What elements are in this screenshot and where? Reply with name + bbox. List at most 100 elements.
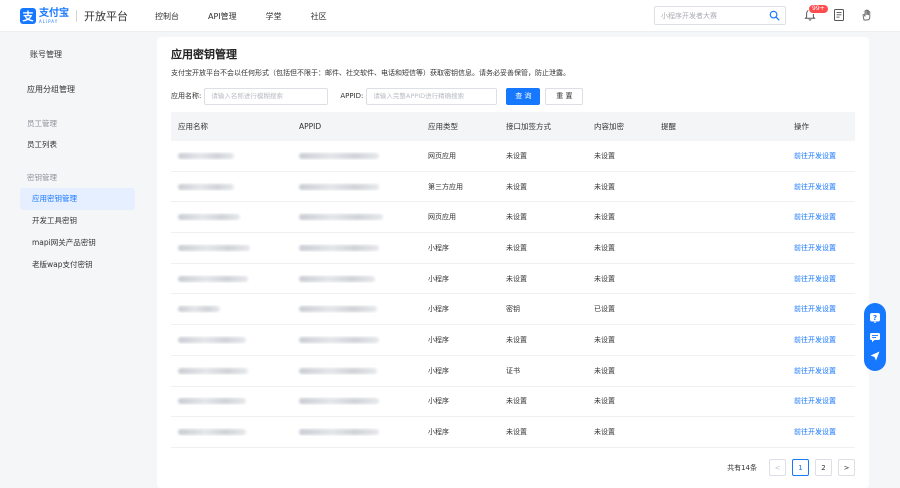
pagination: 共有14条 < 1 2 > — [727, 459, 855, 476]
alipay-logo-mark: 支 — [20, 8, 36, 24]
app-type-cell: 小程序 — [428, 243, 449, 252]
content-encryption-cell: 未设置 — [594, 428, 615, 437]
app-name-cell — [171, 152, 292, 160]
app-type-cell: 小程序 — [428, 397, 449, 406]
hand-icon[interactable] — [860, 8, 874, 22]
app-name-cell — [171, 213, 292, 221]
appid-cell — [292, 305, 421, 313]
floating-toolbar: ? — [864, 303, 886, 371]
chat-icon[interactable] — [869, 331, 881, 343]
alipay-logo[interactable]: 支 支付宝 ALIPAY 开放平台 — [20, 8, 128, 24]
column-reminder: 提醒 — [661, 122, 676, 131]
sign-method-cell: 未设置 — [506, 213, 527, 222]
app-type-cell: 小程序 — [428, 335, 449, 344]
redacted-appid — [299, 183, 379, 190]
nav-academy[interactable]: 学堂 — [266, 11, 282, 22]
sign-method-cell: 未设置 — [506, 182, 527, 191]
app-name-cell — [171, 244, 292, 252]
sidebar-item-app-groups[interactable]: 应用分组管理 — [20, 79, 135, 101]
app-type-cell: 网页应用 — [428, 213, 456, 222]
redacted-app-name — [178, 336, 246, 343]
nav-api-management[interactable]: API管理 — [208, 11, 237, 22]
pagination-total: 共有14条 — [727, 463, 757, 472]
go-dev-settings-link[interactable]: 前往开发设置 — [787, 366, 855, 376]
column-sign-method: 接口加签方式 — [506, 122, 551, 131]
table-body: 网页应用 未设置 未设置 前往开发设置 第三方应用 未设置 未设置 前往开发设置 网页应用 未设置… — [171, 141, 855, 448]
nav-console[interactable]: 控制台 — [155, 11, 179, 22]
pagination-page-1[interactable]: 1 — [792, 459, 809, 476]
redacted-app-name — [178, 244, 250, 251]
sidebar-item-staff-list[interactable]: 员工列表 — [20, 134, 135, 156]
feedback-icon[interactable] — [869, 350, 881, 362]
platform-title: 开放平台 — [84, 10, 128, 23]
alipay-logo-text: 支付宝 ALIPAY — [39, 8, 69, 24]
go-dev-settings-link[interactable]: 前往开发设置 — [787, 335, 855, 345]
app-type-cell: 小程序 — [428, 305, 449, 314]
content-encryption-cell: 未设置 — [594, 335, 615, 344]
redacted-appid — [299, 244, 379, 251]
sign-method-cell: 证书 — [506, 366, 520, 375]
content-encryption-cell: 未设置 — [594, 274, 615, 283]
appid-input[interactable] — [366, 87, 498, 105]
redacted-appid — [299, 152, 379, 159]
appid-label: APPID: — [340, 92, 364, 100]
app-name-cell — [171, 397, 292, 405]
svg-text:?: ? — [873, 314, 877, 322]
pagination-prev[interactable]: < — [769, 459, 786, 476]
redacted-app-name — [178, 183, 234, 190]
logo-divider — [76, 10, 77, 22]
redacted-app-name — [178, 398, 246, 405]
app-type-cell: 小程序 — [428, 274, 449, 283]
table-row: 小程序 未设置 未设置 前往开发设置 — [171, 264, 855, 295]
sidebar-item-app-keys[interactable]: 应用密钥管理 — [20, 188, 135, 210]
table-row: 小程序 未设置 未设置 前往开发设置 — [171, 325, 855, 356]
table-row: 小程序 未设置 未设置 前往开发设置 — [171, 387, 855, 418]
reset-button[interactable]: 重 置 — [545, 87, 584, 105]
appid-cell — [292, 428, 421, 436]
sidebar-item-account[interactable]: 账号管理 — [20, 44, 135, 66]
app-name-cell — [171, 367, 292, 375]
go-dev-settings-link[interactable]: 前往开发设置 — [787, 274, 855, 284]
go-dev-settings-link[interactable]: 前往开发设置 — [787, 396, 855, 406]
table-row: 小程序 未设置 未设置 前往开发设置 — [171, 233, 855, 264]
sign-method-cell: 未设置 — [506, 428, 527, 437]
appid-cell — [292, 367, 421, 375]
content-encryption-cell: 未设置 — [594, 366, 615, 375]
go-dev-settings-link[interactable]: 前往开发设置 — [787, 427, 855, 437]
go-dev-settings-link[interactable]: 前往开发设置 — [787, 151, 855, 161]
sidebar-item-mapi-keys[interactable]: mapi网关产品密钥 — [20, 232, 135, 254]
help-icon[interactable]: ? — [869, 312, 881, 324]
search-icon[interactable] — [769, 10, 780, 21]
app-name-input[interactable] — [204, 87, 329, 105]
document-icon[interactable] — [832, 8, 846, 22]
app-type-cell: 网页应用 — [428, 151, 456, 160]
header-search-input[interactable] — [655, 7, 763, 24]
page-description: 支付宝开放平台不会以任何形式（包括但不限于：邮件、社交软件、电话和短信等）获取密… — [171, 69, 570, 77]
redacted-app-name — [178, 367, 248, 374]
redacted-app-name — [178, 306, 220, 313]
content-encryption-cell: 未设置 — [594, 182, 615, 191]
pagination-page-2[interactable]: 2 — [815, 459, 832, 476]
search-button[interactable]: 查 询 — [506, 87, 541, 105]
redacted-appid — [299, 398, 379, 405]
top-header: 支 支付宝 ALIPAY 开放平台 控制台 API管理 学堂 社区 99+ — [0, 0, 900, 32]
pagination-next[interactable]: > — [838, 459, 855, 476]
appid-cell — [292, 152, 421, 160]
app-name-cell — [171, 275, 292, 283]
sign-method-cell: 未设置 — [506, 335, 527, 344]
go-dev-settings-link[interactable]: 前往开发设置 — [787, 243, 855, 253]
column-appid: APPID — [299, 122, 322, 131]
redacted-appid — [299, 336, 379, 343]
appid-cell — [292, 397, 421, 405]
sidebar-item-devtool-keys[interactable]: 开发工具密钥 — [20, 210, 135, 232]
go-dev-settings-link[interactable]: 前往开发设置 — [787, 182, 855, 192]
go-dev-settings-link[interactable]: 前往开发设置 — [787, 212, 855, 222]
content-encryption-cell: 已设置 — [594, 305, 615, 314]
go-dev-settings-link[interactable]: 前往开发设置 — [787, 304, 855, 314]
nav-community[interactable]: 社区 — [311, 11, 327, 22]
sidebar-item-wap-keys[interactable]: 老版wap支付密钥 — [20, 254, 135, 276]
app-type-cell: 小程序 — [428, 428, 449, 437]
appid-cell — [292, 213, 421, 221]
app-type-cell: 小程序 — [428, 366, 449, 375]
table-row: 网页应用 未设置 未设置 前往开发设置 — [171, 202, 855, 234]
